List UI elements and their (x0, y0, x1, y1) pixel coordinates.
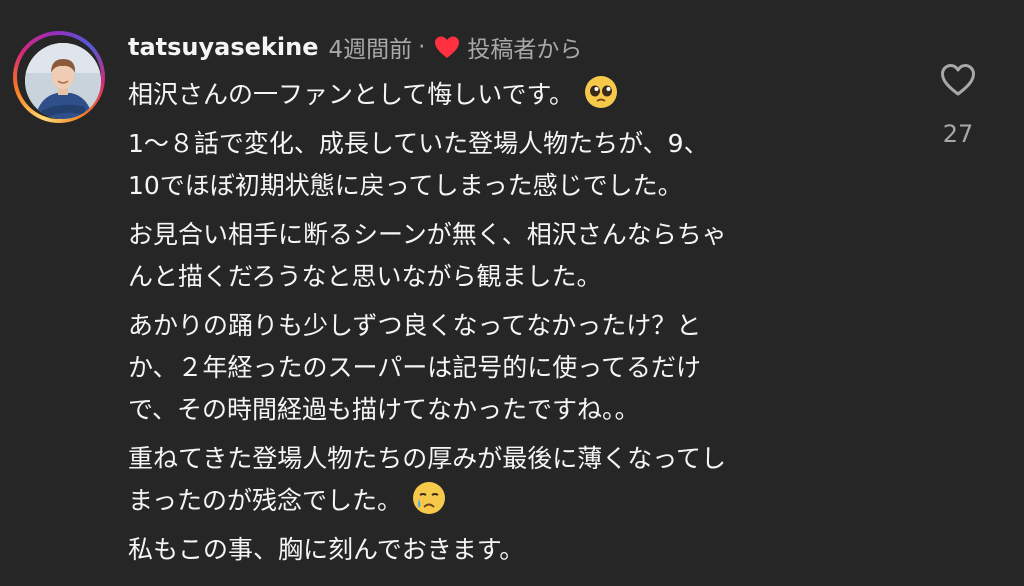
comment-paragraph: お見合い相手に断るシーンが無く、相沢さんならちゃ んと描くだろうなと思いながら観… (128, 214, 918, 298)
user-avatar-icon (25, 43, 101, 119)
comment-paragraph: 1〜８話で変化、成長していた登場人物たちが、9、 10でほぼ初期状態に戻ってしま… (128, 123, 918, 207)
author-liked-heart-icon (433, 34, 461, 60)
comment-paragraph: 私もこの事、胸に刻んでおきます。 (128, 529, 918, 571)
like-count: 27 (942, 120, 974, 148)
comment-paragraph: あかりの踊りも少しずつ良くなってなかったけ？と か、２年経ったのスーパーは記号的… (128, 305, 918, 431)
separator-dot: · (418, 34, 426, 60)
comment-line: 私もこの事、胸に刻んでおきます。 (128, 535, 525, 564)
avatar[interactable] (25, 43, 101, 119)
story-ring[interactable] (13, 31, 105, 123)
heart-outline-icon[interactable] (939, 62, 977, 98)
comment-paragraph: 相沢さんの一ファンとして悔しいです。 (128, 74, 918, 116)
comment-line: んと描くだろうなと思いながら観ました。 (128, 262, 602, 291)
comment-line: 重ねてきた登場人物たちの厚みが最後に薄くなってし (128, 444, 727, 473)
comment-header: tatsuyasekine 4週間前 · 投稿者から (128, 30, 582, 64)
pleading-face-emoji-icon (584, 75, 618, 109)
comment-paragraph: 重ねてきた登場人物たちの厚みが最後に薄くなってし まったのが残念でした。 (128, 438, 918, 522)
comment-line: 相沢さんの一ファンとして悔しいです。 (128, 80, 575, 109)
username-link[interactable]: tatsuyasekine (128, 33, 318, 61)
comment-line: か、２年経ったのスーパーは記号的に使ってるだけ (128, 353, 702, 382)
liked-by-author-label: 投稿者から (467, 37, 583, 63)
comment-line: 1〜８話で変化、成長していた登場人物たちが、9、 (128, 129, 709, 158)
crying-face-emoji-icon (412, 481, 446, 515)
comment-text: 相沢さんの一ファンとして悔しいです。 1〜８話で変化、成長していた登場人物たちが… (128, 74, 918, 578)
comment-line: で、その時間経過も描けてなかったですね。。 (128, 395, 640, 424)
comment-time: 4週間前 (328, 37, 413, 63)
comment-line: 10でほぼ初期状態に戻ってしまった感じでした。 (128, 171, 683, 200)
comment-line: まったのが残念でした。 (128, 486, 403, 515)
comment-line: あかりの踊りも少しずつ良くなってなかったけ？と (128, 311, 702, 340)
comment-line: お見合い相手に断るシーンが無く、相沢さんならちゃ (128, 220, 727, 249)
comment-item: tatsuyasekine 4週間前 · 投稿者から 相沢さんの一ファンとして悔… (0, 0, 1024, 586)
